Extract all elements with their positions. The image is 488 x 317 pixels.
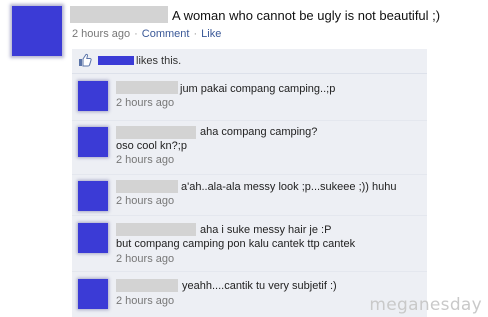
thumbs-up-icon [79,53,92,67]
comment-time: 2 hours ago [116,295,175,307]
comment-text: aha compang camping? [200,126,318,138]
comment-item: aha compang camping? oso cool kn?;p 2 ho… [72,121,427,175]
comment-time: 2 hours ago [116,253,175,265]
commenter-avatar[interactable] [78,223,108,253]
likes-text: likes this. [136,55,182,67]
separator-dot: · [134,28,138,40]
comment-text-line2: but compang camping pon kalu cantek ttp … [116,238,356,250]
post-meta: 2 hours ago · Comment · Like [72,28,221,40]
post-text: A woman who cannot be ugly is not beauti… [172,8,441,23]
post-time[interactable]: 2 hours ago [72,28,130,40]
comment-text-line2: oso cool kn?;p [116,140,187,152]
poster-avatar[interactable] [12,6,62,56]
comment-text: yeahh....cantik tu very subjetif :) [182,280,337,292]
poster-name-redacted[interactable] [70,6,168,23]
comment-item: aha i suke messy hair je :P but compang … [72,217,427,272]
commenter-avatar[interactable] [78,127,108,157]
commenter-name-redacted[interactable] [116,81,178,94]
like-link[interactable]: Like [201,28,221,40]
commenter-avatar[interactable] [78,181,108,211]
commenter-name-redacted[interactable] [116,279,178,292]
comment-text: aha i suke messy hair je :P [200,224,332,236]
commenter-avatar[interactable] [78,81,108,111]
commenter-name-redacted[interactable] [116,180,178,193]
comment-time: 2 hours ago [116,154,175,166]
comment-time: 2 hours ago [116,97,175,109]
commenter-name-redacted[interactable] [116,223,196,236]
watermark: meganesday [369,295,482,315]
comment-link[interactable]: Comment [142,28,190,40]
separator-dot: · [193,28,198,40]
commenter-name-redacted[interactable] [116,126,196,139]
comment-text: a'ah..ala-ala messy look ;p...sukeee ;))… [181,181,397,193]
liker-name-redacted[interactable] [98,56,134,65]
likes-row: likes this. [72,49,427,74]
comment-item: a'ah..ala-ala messy look ;p...sukeee ;))… [72,175,427,216]
comment-text: jum pakai compang camping..;p [180,83,336,95]
comment-time: 2 hours ago [116,195,175,207]
commenter-avatar[interactable] [78,279,108,309]
comment-item: jum pakai compang camping..;p 2 hours ag… [72,75,427,121]
